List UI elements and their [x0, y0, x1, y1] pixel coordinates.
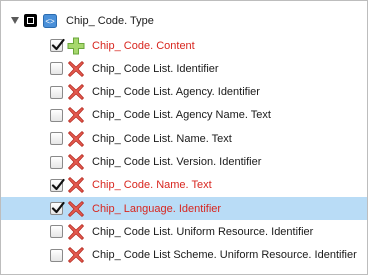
x-icon [67, 200, 85, 218]
tree-item-label: Chip_ Code. Name. Text [92, 179, 212, 192]
tree-item-label: Chip_ Code List Scheme. Uniform Resource… [92, 249, 357, 262]
checkbox-checked[interactable] [50, 178, 65, 192]
schema-type-icon: <> [41, 12, 59, 30]
tree-item-label: Chip_ Code List. Identifier [92, 62, 219, 75]
checkbox-unchecked[interactable] [50, 248, 63, 262]
tree-item-row[interactable]: Chip_ Code List Scheme. Uniform Resource… [1, 244, 367, 267]
tree-item-row[interactable]: Chip_ Code List. Name. Text [1, 127, 367, 150]
x-icon [67, 223, 85, 241]
expand-toggle-icon[interactable] [10, 16, 20, 26]
checkbox-unchecked[interactable] [50, 132, 63, 146]
tree-item-row[interactable]: Chip_ Language. Identifier [1, 197, 367, 221]
tree-item-label: Chip_ Code. Content [92, 39, 195, 52]
tree-item-row[interactable]: Chip_ Code List. Identifier [1, 57, 367, 80]
checkbox-unchecked[interactable] [50, 62, 63, 76]
x-icon [67, 106, 85, 124]
tree-item-row[interactable]: Chip_ Code List. Agency Name. Text [1, 104, 367, 127]
tree-item-label: Chip_ Code List. Agency. Identifier [92, 86, 260, 99]
tree-item-row[interactable]: Chip_ Code. Content [1, 34, 367, 57]
tree-item-row[interactable]: Chip_ Code. Name. Text [1, 174, 367, 197]
tree-item-label: Chip_ Code List. Agency Name. Text [92, 109, 271, 122]
tree-item-label: Chip_ Code List. Version. Identifier [92, 156, 262, 168]
tree-panel: <> Chip_ Code. Type Chip_ Code. Content C… [0, 0, 368, 275]
root-checkbox[interactable] [24, 14, 37, 27]
checkbox-checked[interactable] [50, 201, 65, 216]
checkbox-unchecked[interactable] [50, 108, 63, 122]
svg-text:<>: <> [45, 17, 55, 26]
tree-root-row[interactable]: <> Chip_ Code. Type [1, 9, 367, 32]
tree-root-label: Chip_ Code. Type [66, 14, 154, 27]
checkbox-checked[interactable] [50, 38, 65, 52]
tree-item-row[interactable]: Chip_ Code List. Version. Identifier [1, 151, 367, 174]
tree-item-label: Chip_ Code List. Uniform Resource. Ident… [92, 225, 314, 238]
x-icon [67, 130, 85, 148]
x-icon [67, 153, 85, 171]
checkbox-unchecked[interactable] [50, 85, 63, 99]
x-icon [67, 246, 85, 264]
tree-item-label: Chip_ Code List. Name. Text [92, 132, 232, 145]
plus-icon [67, 37, 85, 55]
checkbox-unchecked[interactable] [50, 155, 63, 169]
tree-item-row[interactable]: Chip_ Code List. Agency. Identifier [1, 81, 367, 104]
x-icon [67, 176, 85, 194]
tree-item-label: Chip_ Language. Identifier [92, 202, 222, 215]
x-icon [67, 83, 85, 101]
tree-item-row[interactable]: Chip_ Code List. Uniform Resource. Ident… [1, 220, 367, 243]
x-icon [67, 60, 85, 78]
checkbox-unchecked[interactable] [50, 225, 63, 239]
